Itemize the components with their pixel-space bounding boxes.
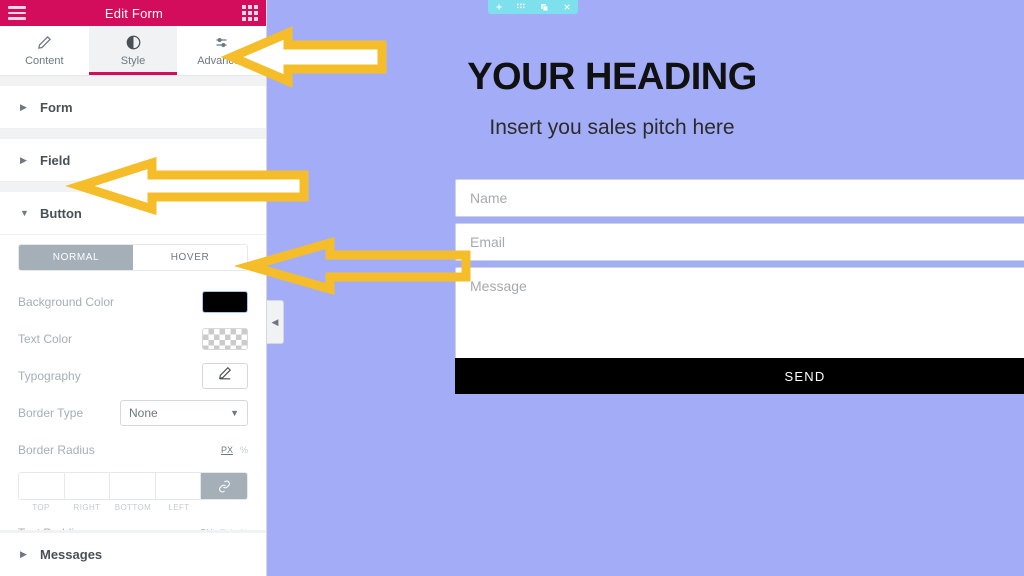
panel-header: Edit Form <box>0 0 266 26</box>
border-type-label: Border Type <box>18 405 84 420</box>
border-type-value: None <box>129 405 158 420</box>
border-radius-right-input[interactable] <box>64 473 110 499</box>
duplicate-icon[interactable] <box>540 3 549 12</box>
panel-title: Edit Form <box>104 5 164 21</box>
tab-style[interactable]: Style <box>88 26 178 75</box>
border-radius-left-caption: LEFT <box>168 503 190 512</box>
form-field-message[interactable]: Message <box>455 267 1024 362</box>
border-radius-right-caption: RIGHT <box>73 503 101 512</box>
form-field-name[interactable]: Name <box>455 179 1024 217</box>
typography-edit-button[interactable] <box>202 362 248 389</box>
background-color-label: Background Color <box>18 294 115 309</box>
elementor-editor-panel: Edit Form Content Style Advanced ▶ Form … <box>0 0 267 576</box>
hamburger-icon[interactable] <box>8 6 26 20</box>
typography-row: Typography <box>18 357 248 394</box>
state-normal-option[interactable]: NORMAL <box>19 245 133 270</box>
border-radius-left-input[interactable] <box>155 473 201 499</box>
border-radius-link-icon[interactable] <box>201 473 247 499</box>
section-divider <box>0 129 266 139</box>
unit-percent[interactable]: % <box>240 445 248 455</box>
section-toolbar <box>488 0 578 14</box>
background-color-swatch[interactable] <box>202 290 248 313</box>
pencil-icon <box>37 34 52 50</box>
border-radius-top-input[interactable] <box>19 473 65 499</box>
chevron-right-icon: ▶ <box>20 154 27 165</box>
close-icon[interactable] <box>563 3 571 11</box>
contrast-icon <box>126 34 141 50</box>
text-color-swatch[interactable] <box>202 327 248 350</box>
text-color-row: Text Color <box>18 320 248 357</box>
section-button-label: Button <box>40 205 82 221</box>
pencil-icon <box>218 366 232 385</box>
border-radius-bottom-caption: BOTTOM <box>114 503 152 512</box>
unit-px[interactable]: PX <box>221 445 233 455</box>
section-field[interactable]: ▶ Field <box>0 139 266 182</box>
section-divider <box>0 182 266 192</box>
section-messages-label: Messages <box>40 547 103 562</box>
message-placeholder: Message <box>470 278 527 294</box>
screen-root: Edit Form Content Style Advanced ▶ Form … <box>0 0 1024 576</box>
border-radius-bottom-input[interactable] <box>110 473 156 499</box>
section-messages[interactable]: ▶ Messages <box>0 533 266 576</box>
email-placeholder: Email <box>470 234 506 250</box>
grid-icon[interactable] <box>242 5 258 21</box>
hero-heading: YOUR HEADING <box>467 56 757 98</box>
name-placeholder: Name <box>470 190 508 206</box>
tab-advanced-label: Advanced <box>197 55 247 67</box>
plus-icon[interactable] <box>495 3 503 11</box>
chevron-left-icon: ◀ <box>271 316 279 327</box>
tab-content[interactable]: Content <box>0 26 89 75</box>
tab-style-label: Style <box>120 55 146 67</box>
section-divider <box>0 76 266 86</box>
border-radius-header: Border Radius PX % <box>18 431 248 468</box>
border-type-row: Border Type None ▼ <box>18 394 248 431</box>
send-button[interactable]: SEND <box>455 358 1024 394</box>
border-radius-label: Border Radius <box>18 442 95 457</box>
state-hover-option[interactable]: HOVER <box>133 245 247 270</box>
form-field-email[interactable]: Email <box>455 223 1024 261</box>
page-preview: YOUR HEADING Insert you sales pitch here… <box>267 0 1024 576</box>
grid-dots-icon[interactable] <box>517 3 526 11</box>
chevron-down-icon: ▼ <box>230 407 239 418</box>
border-radius-top-caption: TOP <box>32 503 50 512</box>
panel-tabs: Content Style Advanced <box>0 26 266 76</box>
section-form-label: Form <box>40 99 73 115</box>
tab-advanced[interactable]: Advanced <box>177 26 266 75</box>
section-button[interactable]: ▼ Button <box>0 192 266 235</box>
border-radius-inputs: TOP RIGHT BOTTOM LEFT <box>18 472 248 512</box>
typography-label: Typography <box>18 368 81 383</box>
section-field-label: Field <box>40 152 71 168</box>
panel-collapse-handle[interactable]: ◀ <box>267 300 284 344</box>
section-form[interactable]: ▶ Form <box>0 86 266 129</box>
chevron-down-icon: ▼ <box>20 208 29 218</box>
sliders-icon <box>214 34 229 50</box>
chevron-right-icon: ▶ <box>20 101 27 112</box>
border-radius-units: PX % <box>221 445 248 455</box>
text-color-label: Text Color <box>18 331 73 346</box>
chevron-right-icon: ▶ <box>20 549 27 559</box>
button-state-toggle: NORMAL HOVER <box>18 244 248 271</box>
background-color-row: Background Color <box>18 283 248 320</box>
tab-content-label: Content <box>25 55 64 67</box>
button-style-controls: NORMAL HOVER Background Color Text Color… <box>0 244 266 576</box>
hero-subheading: Insert you sales pitch here <box>489 116 735 139</box>
border-type-select[interactable]: None ▼ <box>120 399 248 426</box>
